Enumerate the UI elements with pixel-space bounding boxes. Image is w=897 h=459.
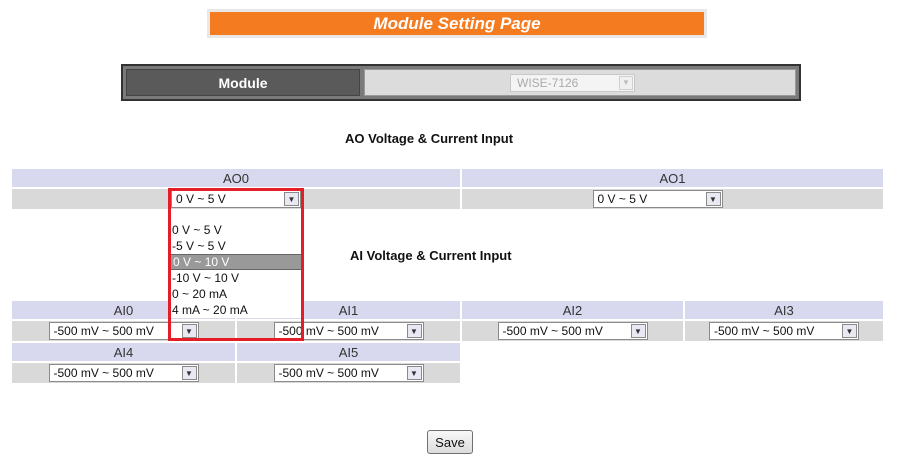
module-label: Module (126, 69, 360, 96)
ai3-select[interactable]: -500 mV ~ 500 mV ▼ (709, 322, 859, 340)
ai4-header: AI4 (11, 342, 236, 362)
module-select: WISE-7126 ▼ (510, 73, 635, 92)
ai4-select[interactable]: -500 mV ~ 500 mV ▼ (48, 364, 199, 382)
chevron-down-icon[interactable]: ▼ (705, 192, 721, 206)
highlight-box (168, 188, 304, 341)
ai3-header: AI3 (684, 300, 884, 320)
ai3-select-value: -500 mV ~ 500 mV (714, 324, 815, 338)
ao1-value-cell: 0 V ~ 5 V ▼ (461, 188, 884, 210)
ai5-value-cell: -500 mV ~ 500 mV ▼ (236, 362, 461, 384)
ai5-select-value: -500 mV ~ 500 mV (278, 366, 379, 380)
ai-table: AI0 AI1 AI2 AI3 -500 mV ~ 500 mV ▼ -500 … (11, 300, 884, 384)
chevron-down-icon[interactable]: ▼ (181, 366, 197, 380)
ao0-header: AO0 (11, 168, 461, 188)
save-button[interactable]: Save (427, 430, 473, 454)
ao1-header: AO1 (461, 168, 884, 188)
page-title: Module Setting Page (373, 13, 541, 33)
ai2-header: AI2 (461, 300, 684, 320)
ai2-select[interactable]: -500 mV ~ 500 mV ▼ (497, 322, 648, 340)
ao1-select-value: 0 V ~ 5 V (597, 192, 648, 206)
page-title-bar: Module Setting Page (207, 9, 707, 38)
module-row: Module WISE-7126 ▼ (121, 64, 801, 101)
chevron-down-icon: ▼ (619, 75, 633, 90)
ai2-value-cell: -500 mV ~ 500 mV ▼ (461, 320, 684, 342)
ai4-value-cell: -500 mV ~ 500 mV ▼ (11, 362, 236, 384)
ai3-value-cell: -500 mV ~ 500 mV ▼ (684, 320, 884, 342)
ai-section-title: AI Voltage & Current Input (350, 248, 512, 263)
chevron-down-icon[interactable]: ▼ (842, 324, 857, 338)
ao-table: AO0 AO1 0 V ~ 5 V ▼ 0 V ~ 5 V ▼ (11, 168, 884, 210)
ai4-select-value: -500 mV ~ 500 mV (53, 366, 154, 380)
ai0-select-value: -500 mV ~ 500 mV (53, 324, 154, 338)
chevron-down-icon[interactable]: ▼ (630, 324, 646, 338)
chevron-down-icon[interactable]: ▼ (406, 366, 422, 380)
module-value-cell: WISE-7126 ▼ (364, 69, 796, 96)
chevron-down-icon[interactable]: ▼ (406, 324, 422, 338)
ai5-select[interactable]: -500 mV ~ 500 mV ▼ (273, 364, 424, 382)
ai2-select-value: -500 mV ~ 500 mV (502, 324, 603, 338)
ai5-header: AI5 (236, 342, 461, 362)
ao-section-title: AO Voltage & Current Input (345, 131, 514, 146)
module-select-value: WISE-7126 (517, 75, 579, 90)
ao1-select[interactable]: 0 V ~ 5 V ▼ (592, 190, 723, 208)
